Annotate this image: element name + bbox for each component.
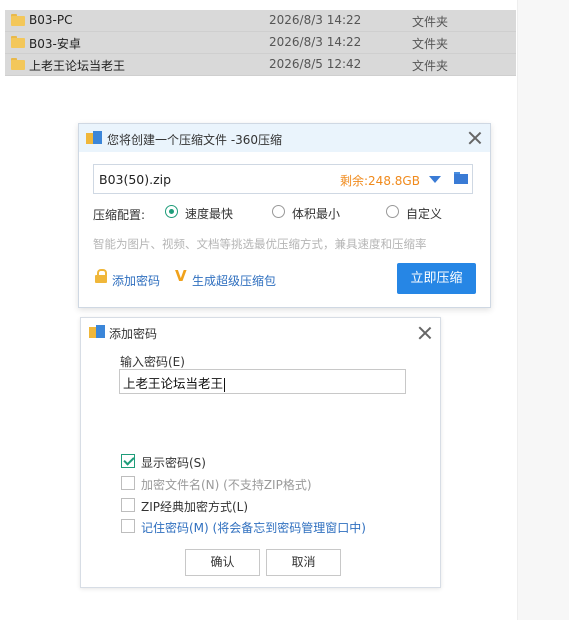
cancel-button[interactable]: 取消 [266,549,341,576]
close-icon[interactable] [468,131,482,145]
chevron-down-icon[interactable] [429,176,441,183]
folder-icon [11,36,25,48]
confirm-button[interactable]: 确认 [185,549,260,576]
compress-now-button[interactable]: 立即压缩 [397,263,476,294]
file-row[interactable]: B03-安卓 2026/8/3 14:22 文件夹 [5,32,516,54]
checkbox-label: 显示密码(S) [141,456,206,470]
super-package-label[interactable]: 生成超级压缩包 [192,272,276,289]
compress-dialog-titlebar[interactable]: 您将创建一个压缩文件 -360压缩 [79,124,490,152]
compress-hint: 智能为图片、视频、文档等挑选最优压缩方式，兼具速度和压缩率 [93,237,427,251]
file-row[interactable]: 上老王论坛当老王 2026/8/5 12:42 文件夹 [5,54,516,76]
checkbox-icon[interactable] [121,519,135,533]
password-value[interactable]: 上老王论坛当老王 [123,373,226,392]
compress-dialog: 您将创建一个压缩文件 -360压缩 B03(50).zip 剩余:248.8GB… [78,123,491,308]
password-input-label: 输入密码(E) [120,355,185,369]
file-type: 文件夹 [412,37,449,51]
checkbox-icon[interactable] [121,476,135,490]
file-name: B03-安卓 [29,37,81,51]
radio-icon[interactable] [386,205,399,218]
checkbox-label: 加密文件名(N) (不支持ZIP格式) [141,478,312,492]
add-password-label[interactable]: 添加密码 [112,272,160,289]
option-label: 体积最小 [292,207,341,221]
password-dialog: 添加密码 输入密码(E) 上老王论坛当老王 显示密码(S) 加密文件名(N) (… [80,317,441,588]
checkbox-label: ZIP经典加密方式(L) [141,500,249,514]
radio-selected-icon[interactable] [165,205,178,218]
close-icon[interactable] [418,326,432,340]
compress-config-label: 压缩配置: [93,208,146,222]
password-input[interactable]: 上老王论坛当老王 [119,369,406,394]
file-date: 2026/8/3 14:22 [269,13,362,27]
file-row[interactable]: B03-PC 2026/8/3 14:22 文件夹 [5,10,516,32]
archive-path-field[interactable]: B03(50).zip 剩余:248.8GB [93,164,473,194]
option-label: 自定义 [406,207,443,221]
free-space-label: 剩余:248.8GB [340,174,420,188]
background-panel [517,0,569,620]
text-cursor [224,377,226,392]
checkbox-label: 记住密码(M) (将会备忘到密码管理窗口中) [141,521,366,535]
file-name: 上老王论坛当老王 [29,59,126,73]
file-type: 文件夹 [412,15,449,29]
folder-icon [11,14,25,26]
option-label: 速度最快 [185,207,234,221]
archive-filename[interactable]: B03(50).zip [99,172,171,187]
checkbox-icon[interactable] [121,498,135,512]
app-logo-icon [86,131,102,145]
compress-dialog-title: 您将创建一个压缩文件 -360压缩 [107,133,283,147]
password-dialog-title: 添加密码 [109,327,158,341]
file-name: B03-PC [29,13,73,27]
file-type: 文件夹 [412,59,449,73]
browse-folder-icon[interactable] [454,172,468,184]
vip-v-icon: V [175,267,187,285]
lock-icon [95,269,107,283]
password-dialog-titlebar[interactable]: 添加密码 [81,318,440,344]
file-date: 2026/8/5 12:42 [269,57,362,71]
file-list: B03-PC 2026/8/3 14:22 文件夹 B03-安卓 2026/8/… [5,10,516,76]
app-logo-icon [89,325,105,339]
radio-icon[interactable] [272,205,285,218]
checkbox-checked-icon[interactable] [121,454,135,468]
password-text: 上老王论坛当老王 [123,376,224,391]
folder-icon [11,58,25,70]
file-date: 2026/8/3 14:22 [269,35,362,49]
